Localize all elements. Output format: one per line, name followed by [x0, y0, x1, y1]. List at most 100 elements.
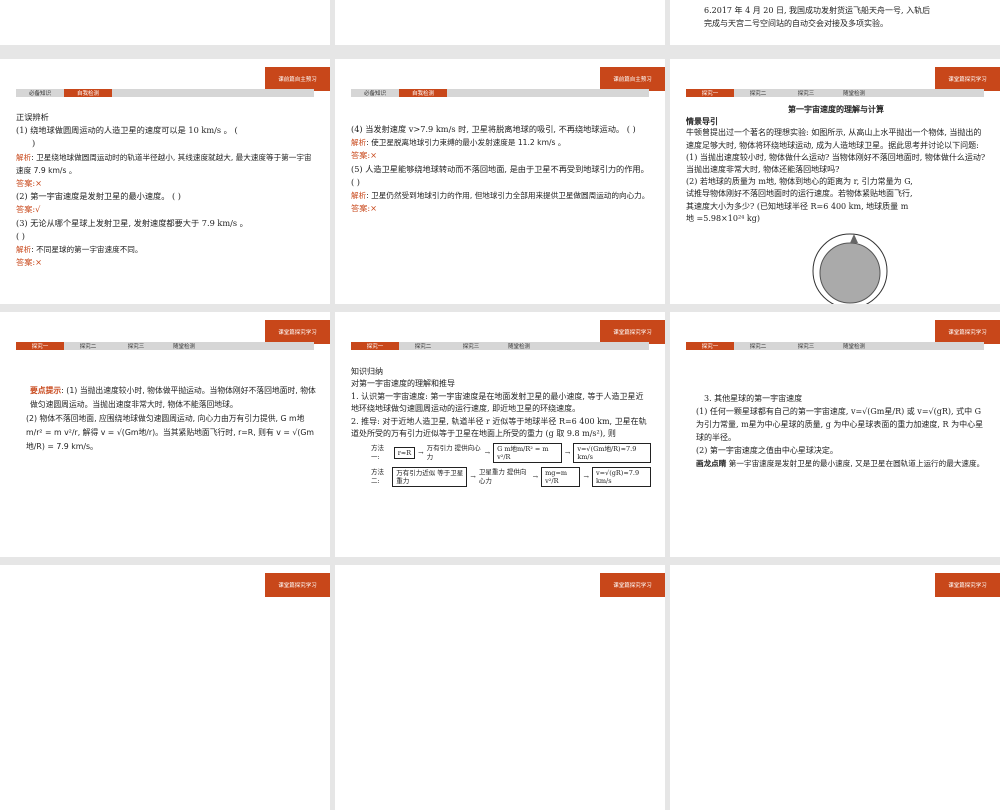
tab-in-class-check[interactable]: 随堂检测 [830, 342, 878, 350]
arrow-icon: → [418, 448, 424, 457]
tab-explore-3[interactable]: 探究三 [782, 89, 830, 97]
answer-label: 答案 [16, 204, 33, 215]
tab-self-check[interactable]: 自我检测 [399, 89, 447, 97]
answer-5: 答案:× [351, 202, 651, 215]
analysis-label: 解析 [351, 191, 367, 201]
method-1-row: 方法一: r≈R → 万有引力 提供向心力 → G m地m/R² = m v²/… [371, 443, 651, 464]
arrow-icon: → [532, 472, 539, 481]
slide-top-left[interactable] [0, 0, 330, 45]
subsection-title: 情景导引 [686, 116, 718, 127]
question-3-paren: ( ) [16, 230, 25, 241]
answer-1: 答案:× [16, 177, 316, 190]
tab-bar: 探究一 探究二 探究三 随堂检测 [351, 342, 649, 350]
analysis-text: : 卫星绕地球做圆周运动时的轨道半径越小, 其线速度就越大, 最大速度等于第一宇… [16, 152, 312, 175]
tab-in-class-check[interactable]: 随堂检测 [495, 342, 543, 350]
formula-box: 万有引力近似 等于卫星重力 [392, 467, 468, 488]
tab-required-knowledge[interactable]: 必备知识 [351, 89, 399, 97]
slide-text: 6.2017 年 4 月 20 日, 我国成功发射货运飞船天舟一号, 入轨后 完… [704, 4, 930, 30]
earth-orbit-diagram [812, 233, 888, 304]
section-header-badge: 课堂篇探究学习 [265, 320, 330, 344]
slide-bottom-middle[interactable]: 课堂篇探究学习 [335, 565, 665, 810]
slide-knowledge-summary[interactable]: 课堂篇探究学习 探究一 探究二 探究三 随堂检测 知识归纳 对第一宇宙速度的理解… [335, 312, 665, 557]
tab-explore-2[interactable]: 探究二 [64, 342, 112, 350]
text-line: 6.2017 年 4 月 20 日, 我国成功发射货运飞船天舟一号, 入轨后 [704, 6, 931, 15]
slide-content: 第一宇宙速度的理解与计算 情景导引 牛顿曾提出过一个著名的理想实验: 如图所示,… [686, 103, 986, 225]
slide-top-middle[interactable] [335, 0, 665, 45]
question-5: (5) 人造卫星能够绕地球转动而不落回地面, 是由于卫星不再受到地球引力的作用。… [351, 163, 649, 187]
slide-self-check-2[interactable]: 课前篇自主预习 必备知识 自我检测 (4) 当发射速度 v>7.9 km/s 时… [335, 59, 665, 304]
analysis-1: 解析: 卫星绕地球做圆周运动时的轨道半径越小, 其线速度就越大, 最大速度等于第… [16, 151, 316, 177]
formula-box: v=√(gR)≈7.9 km/s [591, 467, 652, 488]
tab-explore-1[interactable]: 探究一 [686, 342, 734, 350]
paragraph: (2) 若地球的质量为 m地, 物体到地心的距离为 r, 引力常量为 G, 试推… [686, 177, 913, 223]
tab-explore-3[interactable]: 探究三 [112, 342, 160, 350]
arrow-icon: → [583, 472, 589, 481]
answer-label: 答案 [351, 203, 368, 214]
key-points-label: 要点提示 [30, 386, 62, 395]
analysis-text: : 卫星仍然受到地球引力的作用, 但地球引力全部用来提供卫星做圆周运动的向心力。 [366, 191, 650, 201]
tab-bar: 必备知识 自我检测 [351, 89, 649, 97]
slide-content: 知识归纳 对第一宇宙速度的理解和推导 1. 认识第一宇宙速度: 第一宇宙速度是在… [351, 366, 652, 488]
answer-2: 答案:√ [16, 203, 316, 216]
tab-explore-3[interactable]: 探究三 [782, 342, 830, 350]
answer-label: 答案 [16, 257, 33, 268]
tab-self-check[interactable]: 自我检测 [64, 89, 112, 97]
analysis-label: 解析 [16, 152, 32, 162]
answer-value: :√ [32, 204, 41, 215]
question-4: (4) 当发射速度 v>7.9 km/s 时, 卫星将脱离地球的吸引, 不再绕地… [351, 124, 636, 134]
tab-explore-1[interactable]: 探究一 [351, 342, 399, 350]
tab-required-knowledge[interactable]: 必备知识 [16, 89, 64, 97]
tab-explore-2[interactable]: 探究二 [399, 342, 447, 350]
answer-3: 答案:× [16, 256, 316, 269]
method-2-row: 方法二: 万有引力近似 等于卫星重力 → 卫星重力 提供向心力 → mg=m v… [371, 467, 652, 488]
tab-explore-1[interactable]: 探究一 [16, 342, 64, 350]
slide-content: 正误辨析 (1) 绕地球做圆周运动的人造卫星的速度可以是 10 km/s 。 (… [16, 111, 316, 269]
analysis-3: 解析: 不同星球的第一宇宙速度不同。 [16, 243, 316, 256]
section-header-badge: 课堂篇探究学习 [935, 320, 1000, 344]
section-title: 第一宇宙速度的理解与计算 [788, 104, 884, 114]
text-line: 完成与天宫二号空间站的自动交会对接及多项实验。 [704, 19, 888, 28]
paragraph: 牛顿曾提出过一个著名的理想实验: 如图所示, 从高山上水平抛出一个物体, 当抛出… [686, 128, 982, 150]
arrow-icon: → [484, 448, 491, 457]
slide-key-points[interactable]: 课堂篇探究学习 探究一 探究二 探究三 随堂检测 要点提示: (1) 当抛出速度… [0, 312, 330, 557]
derivation-flow: 方法一: r≈R → 万有引力 提供向心力 → G m地m/R² = m v²/… [351, 443, 652, 488]
key-points-text: : (1) 当抛出速度较小时, 物体做平抛运动。当物体刚好不落回地面时, 物体做… [30, 386, 316, 409]
tip-paragraph: 画龙点睛 第一宇宙速度是发射卫星的最小速度, 又是卫星在圆轨道上运行的最大速度。 [686, 457, 986, 470]
slide-content: (4) 当发射速度 v>7.9 km/s 时, 卫星将脱离地球的吸引, 不再绕地… [351, 123, 651, 215]
section-title: 正误辨析 [16, 112, 49, 122]
tab-in-class-check[interactable]: 随堂检测 [830, 89, 878, 97]
question-3: (3) 无论从哪个星球上发射卫星, 发射速度都要大于 7.9 km/s 。 [16, 217, 248, 228]
tab-explore-2[interactable]: 探究二 [734, 89, 782, 97]
analysis-text: : 使卫星脱离地球引力束缚的最小发射速度是 11.2 km/s 。 [366, 138, 566, 148]
tip-text: 第一宇宙速度是发射卫星的最小速度, 又是卫星在圆轨道上运行的最大速度。 [728, 459, 985, 468]
arrow-icon: → [470, 472, 476, 481]
slide-first-cosmic-velocity[interactable]: 课堂篇探究学习 探究一 探究二 探究三 随堂检测 第一宇宙速度的理解与计算 情景… [670, 59, 1000, 304]
answer-value: :× [367, 150, 378, 161]
formula-box: mg=m v²/R [541, 467, 581, 488]
tab-explore-2[interactable]: 探究二 [734, 342, 782, 350]
answer-value: :× [32, 257, 43, 268]
slide-self-check-1[interactable]: 课前篇自主预习 必备知识 自我检测 正误辨析 (1) 绕地球做圆周运动的人造卫星… [0, 59, 330, 304]
flow-note: 卫星重力 提供向心力 [478, 468, 527, 486]
paragraph: (1) 当抛出速度较小时, 物体做什么运动? 当物体刚好不落回地面时, 物体做什… [686, 152, 986, 175]
paragraph: (1) 任何一颗星球都有自己的第一宇宙速度, v=√(Gm星/R) 或 v=√(… [696, 407, 984, 442]
section-header-badge: 课堂篇探究学习 [935, 573, 1000, 597]
slide-bottom-left[interactable]: 课堂篇探究学习 [0, 565, 330, 810]
paragraph: 2. 推导: 对于近地人造卫星, 轨道半径 r 近似等于地球半径 R=6 400… [351, 416, 647, 439]
tab-explore-3[interactable]: 探究三 [447, 342, 495, 350]
slide-bottom-right[interactable]: 课堂篇探究学习 [670, 565, 1000, 810]
tab-bar: 必备知识 自我检测 [16, 89, 314, 97]
summary-heading: 知识归纳 [351, 367, 383, 376]
section-header-badge: 课堂篇探究学习 [265, 573, 330, 597]
slide-other-planets[interactable]: 课堂篇探究学习 探究一 探究二 探究三 随堂检测 3. 其他星球的第一宇宙速度 … [670, 312, 1000, 557]
paragraph: (2) 第一宇宙速度之值由中心星球决定。 [696, 446, 838, 455]
question-1: (1) 绕地球做圆周运动的人造卫星的速度可以是 10 km/s 。 ( [16, 125, 238, 136]
tab-in-class-check[interactable]: 随堂检测 [160, 342, 208, 350]
analysis-5: 解析: 卫星仍然受到地球引力的作用, 但地球引力全部用来提供卫星做圆周运动的向心… [351, 189, 651, 202]
slide-top-right[interactable]: 6.2017 年 4 月 20 日, 我国成功发射货运飞船天舟一号, 入轨后 完… [670, 0, 1000, 45]
arrow-icon: → [564, 448, 571, 457]
section-header-badge: 课堂篇探究学习 [935, 67, 1000, 91]
section-header-badge: 课前篇自主预习 [265, 67, 330, 91]
tab-explore-1[interactable]: 探究一 [686, 89, 734, 97]
analysis-label: 解析 [351, 138, 367, 148]
